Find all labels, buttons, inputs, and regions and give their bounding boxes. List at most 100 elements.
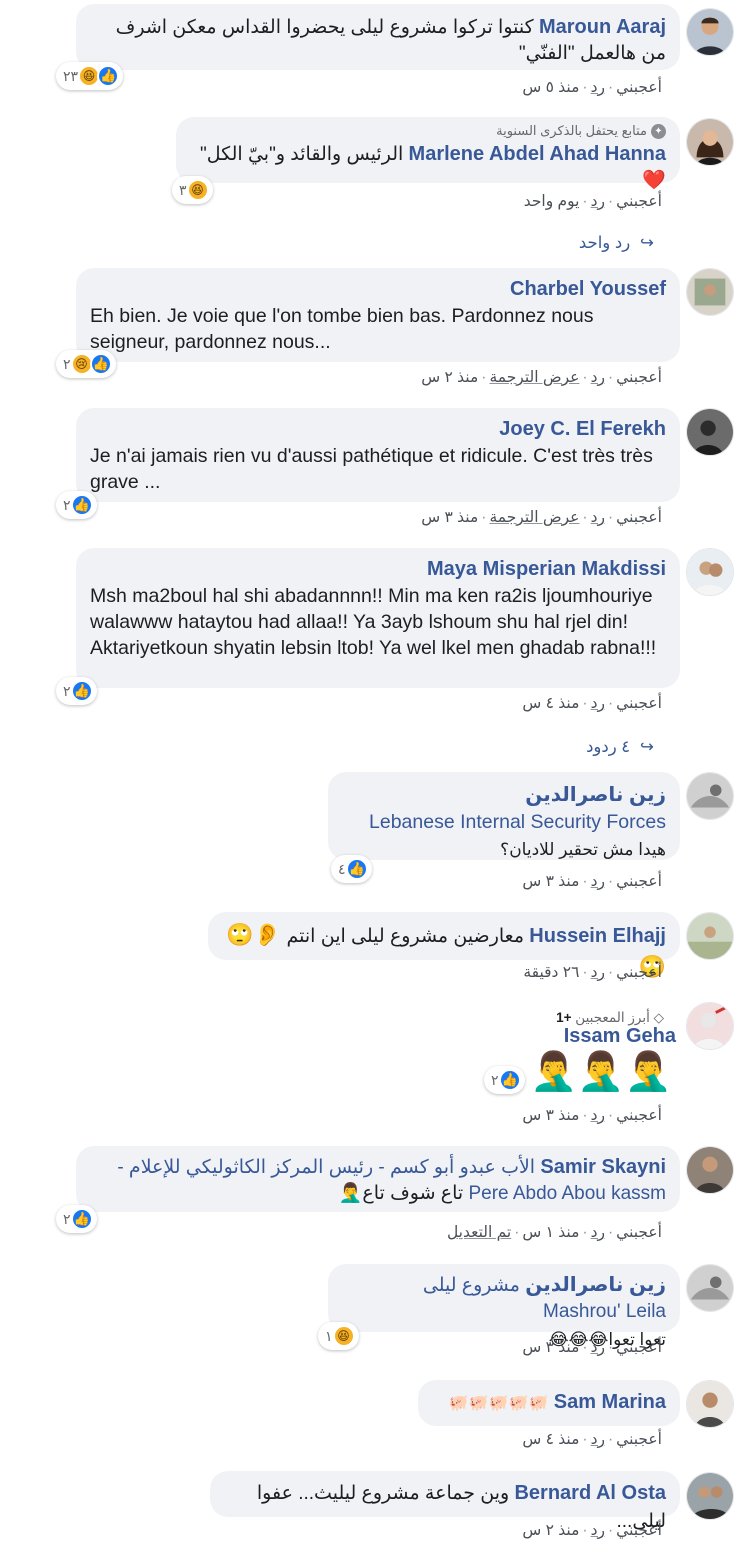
avatar[interactable] — [686, 548, 734, 596]
like-action[interactable]: أعجبني — [616, 509, 662, 526]
reply-action[interactable]: رد — [591, 79, 605, 96]
like-action[interactable]: أعجبني — [616, 695, 662, 712]
reaction-count: ٣ — [179, 181, 187, 198]
avatar[interactable] — [686, 1472, 734, 1520]
reactions-summary[interactable]: ٢٣ 😆 👍 — [56, 62, 124, 90]
reply-action[interactable]: رد — [591, 1522, 605, 1539]
comment-actions: أعجبني·رد·عرض الترجمة·منذ ٣ س — [421, 509, 662, 526]
reactions-summary[interactable]: ٢ 👍 — [484, 1066, 525, 1094]
edited-label[interactable]: تم التعديل — [447, 1224, 511, 1241]
avatar[interactable] — [686, 1380, 734, 1428]
reactions-summary[interactable]: ٢ 😢 👍 — [56, 350, 116, 378]
comment-text: هيدا مش تحقير للاديان؟ — [500, 840, 666, 859]
comment-author[interactable]: Maroun Aaraj — [539, 16, 666, 38]
avatar[interactable] — [686, 1146, 734, 1194]
comment-author[interactable]: Sam Marina — [554, 1391, 666, 1413]
reply-arrow-icon: ↩ — [640, 738, 654, 756]
anniversary-badge: ✦متابع يحتفل بالذكرى السنوية — [190, 123, 666, 140]
comment-emojis: 🤦‍♂️🤦‍♂️🤦‍♂️ — [530, 1051, 672, 1093]
avatar[interactable] — [686, 268, 734, 316]
comment-actions: أعجبني·رد·منذ ٣ س — [522, 873, 662, 890]
comment-author[interactable]: Bernard Al Osta — [514, 1482, 666, 1504]
timestamp[interactable]: يوم واحد — [524, 193, 580, 210]
like-action[interactable]: أعجبني — [616, 1339, 662, 1356]
timestamp[interactable]: ٢٦ دقيقة — [523, 964, 579, 981]
like-action[interactable]: أعجبني — [616, 964, 662, 981]
reactions-summary[interactable]: ٣ 😆 — [172, 176, 213, 204]
reply-action[interactable]: رد — [591, 369, 605, 386]
comment-author[interactable]: Marlene Abdel Ahad Hanna — [409, 143, 666, 165]
reactions-summary[interactable]: ٢ 👍 — [56, 491, 97, 519]
comment-author[interactable]: Issam Geha — [564, 1025, 676, 1048]
comment-bubble: Maya Misperian Makdissi Msh ma2boul hal … — [76, 548, 680, 688]
comment-bubble: Samir Skayni الأب عبدو أبو كسم - رئيس ال… — [76, 1146, 680, 1212]
comment-author[interactable]: Charbel Youssef — [90, 278, 666, 301]
comment-author[interactable]: Maya Misperian Makdissi — [90, 558, 666, 581]
reactions-summary[interactable]: ١ 😆 — [318, 1322, 359, 1350]
reply-action[interactable]: رد — [591, 695, 605, 712]
see-translation-action[interactable]: عرض الترجمة — [489, 509, 579, 526]
timestamp[interactable]: منذ ٤ س — [522, 1431, 579, 1448]
mention-link[interactable]: Lebanese Internal Security Forces — [342, 809, 666, 835]
heart-icon: ❤️ — [642, 170, 666, 192]
timestamp[interactable]: منذ ٢ س — [522, 1522, 579, 1539]
reaction-count: ٤ — [338, 860, 346, 877]
reply-arrow-icon: ↩ — [640, 234, 654, 252]
comment-bubble: Sam Marina 🐖🐖🐖🐖🐖 — [418, 1380, 680, 1426]
reaction-count: ١ — [325, 1327, 333, 1344]
avatar[interactable] — [686, 408, 734, 456]
reply-action[interactable]: رد — [591, 1339, 605, 1356]
timestamp[interactable]: منذ ٣ س — [522, 1339, 579, 1356]
reply-action[interactable]: رد — [591, 1107, 605, 1124]
like-action[interactable]: أعجبني — [616, 1431, 662, 1448]
timestamp[interactable]: منذ ٢ س — [421, 369, 478, 386]
like-action[interactable]: أعجبني — [616, 193, 662, 210]
diamond-icon: ◇ — [653, 1010, 664, 1025]
timestamp[interactable]: منذ ٣ س — [522, 1107, 579, 1124]
comment-actions: أعجبني·رد·منذ ١ س·تم التعديل — [446, 1224, 662, 1241]
reaction-count: ٢ — [63, 496, 71, 513]
haha-reaction-icon: 😆 — [186, 179, 209, 201]
reply-action[interactable]: رد — [591, 1224, 605, 1241]
avatar[interactable] — [686, 118, 734, 166]
comment-author[interactable]: Hussein Elhajj — [529, 925, 666, 947]
timestamp[interactable]: منذ ٣ س — [522, 873, 579, 890]
reactions-summary[interactable]: ٢ 👍 — [56, 677, 97, 705]
view-replies-link[interactable]: ↩رد واحد — [579, 233, 654, 253]
like-action[interactable]: أعجبني — [616, 369, 662, 386]
avatar[interactable] — [686, 772, 734, 820]
badge-icon: ✦ — [651, 124, 666, 140]
reply-action[interactable]: رد — [591, 193, 605, 210]
reply-action[interactable]: رد — [591, 964, 605, 981]
reaction-count: ٢ — [63, 355, 71, 372]
like-reaction-icon: 👍 — [70, 680, 93, 702]
comment-author[interactable]: Samir Skayni — [540, 1156, 666, 1178]
avatar[interactable] — [686, 1002, 734, 1050]
avatar[interactable] — [686, 8, 734, 56]
reply-action[interactable]: رد — [591, 509, 605, 526]
reactions-summary[interactable]: ٤ 👍 — [331, 855, 372, 883]
like-action[interactable]: أعجبني — [616, 1224, 662, 1241]
timestamp[interactable]: منذ ٥ س — [522, 79, 579, 96]
like-action[interactable]: أعجبني — [616, 1522, 662, 1539]
timestamp[interactable]: منذ ٣ س — [421, 509, 478, 526]
timestamp[interactable]: منذ ٤ س — [522, 695, 579, 712]
see-translation-action[interactable]: عرض الترجمة — [489, 369, 579, 386]
comment-actions: أعجبني·رد·منذ ٣ س — [522, 1339, 662, 1356]
comment-text: Msh ma2boul hal shi abadannnn!! Min ma k… — [90, 585, 657, 659]
avatar[interactable] — [686, 1264, 734, 1312]
reply-action[interactable]: رد — [591, 873, 605, 890]
reaction-count: ٢ — [63, 682, 71, 699]
like-action[interactable]: أعجبني — [616, 873, 662, 890]
like-action[interactable]: أعجبني — [616, 79, 662, 96]
comment-text: تاع شوف تاع🤦‍♂️ — [338, 1183, 464, 1204]
comment-author[interactable]: Joey C. El Ferekh — [90, 418, 666, 441]
comment-author[interactable]: زين ناصرالدين — [342, 782, 666, 807]
timestamp[interactable]: منذ ١ س — [522, 1224, 579, 1241]
reply-action[interactable]: رد — [591, 1431, 605, 1448]
comment-author[interactable]: زين ناصرالدين — [525, 1274, 666, 1296]
avatar[interactable] — [686, 912, 734, 960]
reactions-summary[interactable]: ٢ 👍 — [56, 1205, 97, 1233]
view-replies-link[interactable]: ↩٤ ردود — [586, 737, 654, 757]
like-action[interactable]: أعجبني — [616, 1107, 662, 1124]
